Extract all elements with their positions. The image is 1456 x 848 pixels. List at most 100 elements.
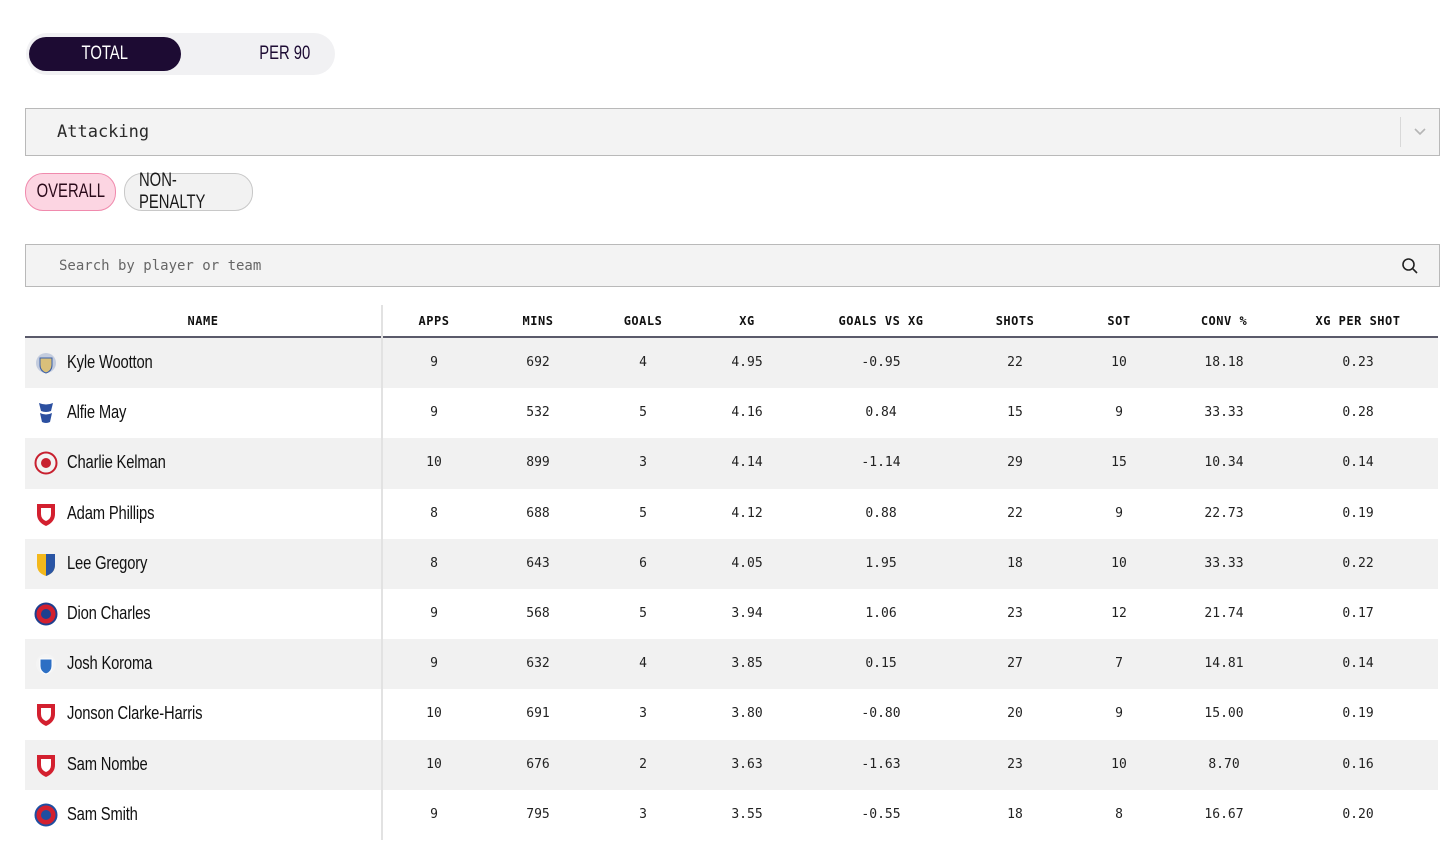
table-row[interactable]: Josh Koroma 9 632 4 3.85 0.15 27 7 14.81 0.14 <box>25 639 1438 690</box>
column-header-name[interactable]: NAME <box>188 314 219 328</box>
stat-cell-conv: 18.18 <box>1204 355 1244 370</box>
stat-cell-conv: 15.00 <box>1204 706 1244 722</box>
stat-cell-mins: 688 <box>526 505 550 521</box>
column-header-conv[interactable]: CONV % <box>1201 314 1247 328</box>
table-body: Kyle Wootton 9 692 4 4.95 -0.95 22 10 18.18 0.23 … <box>25 338 1438 840</box>
stat-cell-apps: 9 <box>430 605 438 621</box>
table-row[interactable]: Lee Gregory 8 643 6 4.05 1.95 18 10 33.33 0.22 <box>25 538 1438 589</box>
stat-cell-goals: 5 <box>639 505 647 521</box>
stat-cell-sot: 10 <box>1111 756 1127 772</box>
player-name[interactable]: Kyle Wootton <box>67 352 153 373</box>
player-name[interactable]: Sam Smith <box>67 804 138 825</box>
stat-cell-xg-per-shot: 0.16 <box>1342 756 1374 772</box>
stat-cell-xg: 4.05 <box>731 555 763 571</box>
stat-cell-xg-per-shot: 0.28 <box>1342 405 1374 421</box>
stat-cell-xg-per-shot: 0.19 <box>1342 505 1374 521</box>
player-name[interactable]: Sam Nombe <box>67 754 148 775</box>
stat-cell-apps: 8 <box>430 555 438 571</box>
column-header-goals-vs-xg[interactable]: GOALS VS XG <box>839 314 924 328</box>
player-name[interactable]: Josh Koroma <box>67 653 152 674</box>
table-row[interactable]: Charlie Kelman 10 899 3 4.14 -1.14 29 15 10.34 0.… <box>25 438 1438 489</box>
stat-cell-sot: 10 <box>1111 555 1127 571</box>
stat-cell-conv: 8.70 <box>1208 756 1240 772</box>
stat-cell-shots: 18 <box>1007 555 1023 571</box>
mansfield-crest-icon <box>37 553 55 576</box>
column-header-mins[interactable]: MINS <box>523 314 554 328</box>
stat-cell-goals: 3 <box>639 706 647 722</box>
per90-toggle-button[interactable]: PER 90 <box>210 37 360 71</box>
table-row[interactable]: Sam Nombe 10 676 2 3.63 -1.63 23 10 8.70 0.16 <box>25 739 1438 790</box>
non-penalty-filter-button[interactable]: NON-PENALTY <box>124 170 253 213</box>
table-row[interactable]: Dion Charles 9 568 5 3.94 1.06 23 12 21.74 0.17 <box>25 589 1438 639</box>
search-icon[interactable] <box>1401 257 1419 275</box>
stat-cell-goals: 5 <box>639 605 647 621</box>
column-header-goals[interactable]: GOALS <box>624 314 663 328</box>
stat-cell-xg: 4.14 <box>731 455 763 471</box>
table-row[interactable]: Kyle Wootton 9 692 4 4.95 -0.95 22 10 18.18 0.23 <box>25 338 1438 389</box>
stat-cell-shots: 22 <box>1007 505 1023 521</box>
stat-cell-xg-per-shot: 0.20 <box>1342 806 1374 822</box>
column-header-shots[interactable]: SHOTS <box>996 314 1035 328</box>
column-header-sot[interactable]: SOT <box>1107 314 1130 328</box>
stat-cell-xg-per-shot: 0.17 <box>1342 605 1374 621</box>
column-header-xg[interactable]: XG <box>739 314 754 328</box>
player-name[interactable]: Adam Phillips <box>67 503 154 524</box>
category-select[interactable]: Attacking <box>25 108 1440 156</box>
player-name-cell: Lee Gregory <box>25 539 381 589</box>
stat-cell-xg-per-shot: 0.22 <box>1342 555 1374 571</box>
stat-cell-sot: 8 <box>1115 806 1123 822</box>
stat-cell-mins: 568 <box>526 605 550 621</box>
stat-cell-xg: 3.55 <box>731 806 763 822</box>
stat-cell-apps: 9 <box>430 806 438 822</box>
table-row[interactable]: Sam Smith 9 795 3 3.55 -0.55 18 8 16.67 0.20 <box>25 790 1438 840</box>
table-row[interactable]: Jonson Clarke-Harris 10 691 3 3.80 -0.80 20 9 15… <box>25 689 1438 739</box>
stat-cell-goals: 3 <box>639 806 647 822</box>
bolton-crest-icon <box>34 602 58 626</box>
stat-cell-shots: 23 <box>1007 756 1023 772</box>
table-header: NAME APPS MINS GOALS XG GOALS VS XG SHOTS SOT CO… <box>25 305 1438 338</box>
player-name[interactable]: Lee Gregory <box>67 553 147 574</box>
column-header-xg-per-shot[interactable]: XG PER SHOT <box>1316 314 1401 328</box>
player-name-cell: Josh Koroma <box>25 639 381 689</box>
stat-cell-goals-vs-xg: 1.06 <box>865 605 897 621</box>
stat-cell-apps: 9 <box>430 405 438 421</box>
reading-crest-icon <box>34 803 58 827</box>
stat-cell-xg: 3.94 <box>731 605 763 621</box>
stat-cell-goals-vs-xg: -1.63 <box>861 756 901 772</box>
chevron-down-icon[interactable] <box>1413 124 1427 138</box>
stat-cell-goals-vs-xg: -1.14 <box>861 455 901 471</box>
name-column-divider <box>381 305 383 840</box>
player-name[interactable]: Dion Charles <box>67 603 151 624</box>
stat-cell-mins: 692 <box>526 355 550 370</box>
player-name[interactable]: Jonson Clarke-Harris <box>67 703 203 724</box>
stat-cell-mins: 691 <box>526 706 550 722</box>
stat-cell-goals: 4 <box>639 355 647 370</box>
player-name[interactable]: Alfie May <box>67 402 126 423</box>
stat-cell-conv: 16.67 <box>1204 806 1244 822</box>
column-header-apps[interactable]: APPS <box>419 314 450 328</box>
player-name-cell: Sam Nombe <box>25 740 381 790</box>
stat-cell-xg-per-shot: 0.19 <box>1342 706 1374 722</box>
stat-cell-mins: 643 <box>526 555 550 571</box>
stat-cell-mins: 632 <box>526 656 550 672</box>
player-name-cell: Adam Phillips <box>25 489 381 539</box>
player-name[interactable]: Charlie Kelman <box>67 452 166 473</box>
table-row[interactable]: Alfie May 9 532 5 4.16 0.84 15 9 33.33 0.28 <box>25 388 1438 438</box>
stat-cell-goals-vs-xg: 0.15 <box>865 656 897 672</box>
table-row[interactable]: Adam Phillips 8 688 5 4.12 0.88 22 9 22.73 0.19 <box>25 489 1438 539</box>
rotherham-crest-icon <box>37 704 55 727</box>
stat-cell-apps: 9 <box>430 656 438 672</box>
overall-filter-button[interactable]: OVERALL <box>25 173 116 211</box>
stat-cell-xg-per-shot: 0.23 <box>1342 355 1374 370</box>
stat-cell-sot: 7 <box>1115 656 1123 672</box>
stat-cell-shots: 18 <box>1007 806 1023 822</box>
stat-cell-goals-vs-xg: -0.95 <box>861 355 901 370</box>
leyton-orient-crest-icon <box>34 451 58 475</box>
stat-cell-conv: 21.74 <box>1204 605 1244 621</box>
stat-cell-xg-per-shot: 0.14 <box>1342 656 1374 672</box>
total-toggle-button[interactable]: TOTAL <box>29 37 181 71</box>
search-input[interactable] <box>26 245 1419 286</box>
player-name-cell: Alfie May <box>25 388 381 438</box>
stat-cell-shots: 29 <box>1007 455 1023 471</box>
stat-cell-mins: 795 <box>526 806 550 822</box>
